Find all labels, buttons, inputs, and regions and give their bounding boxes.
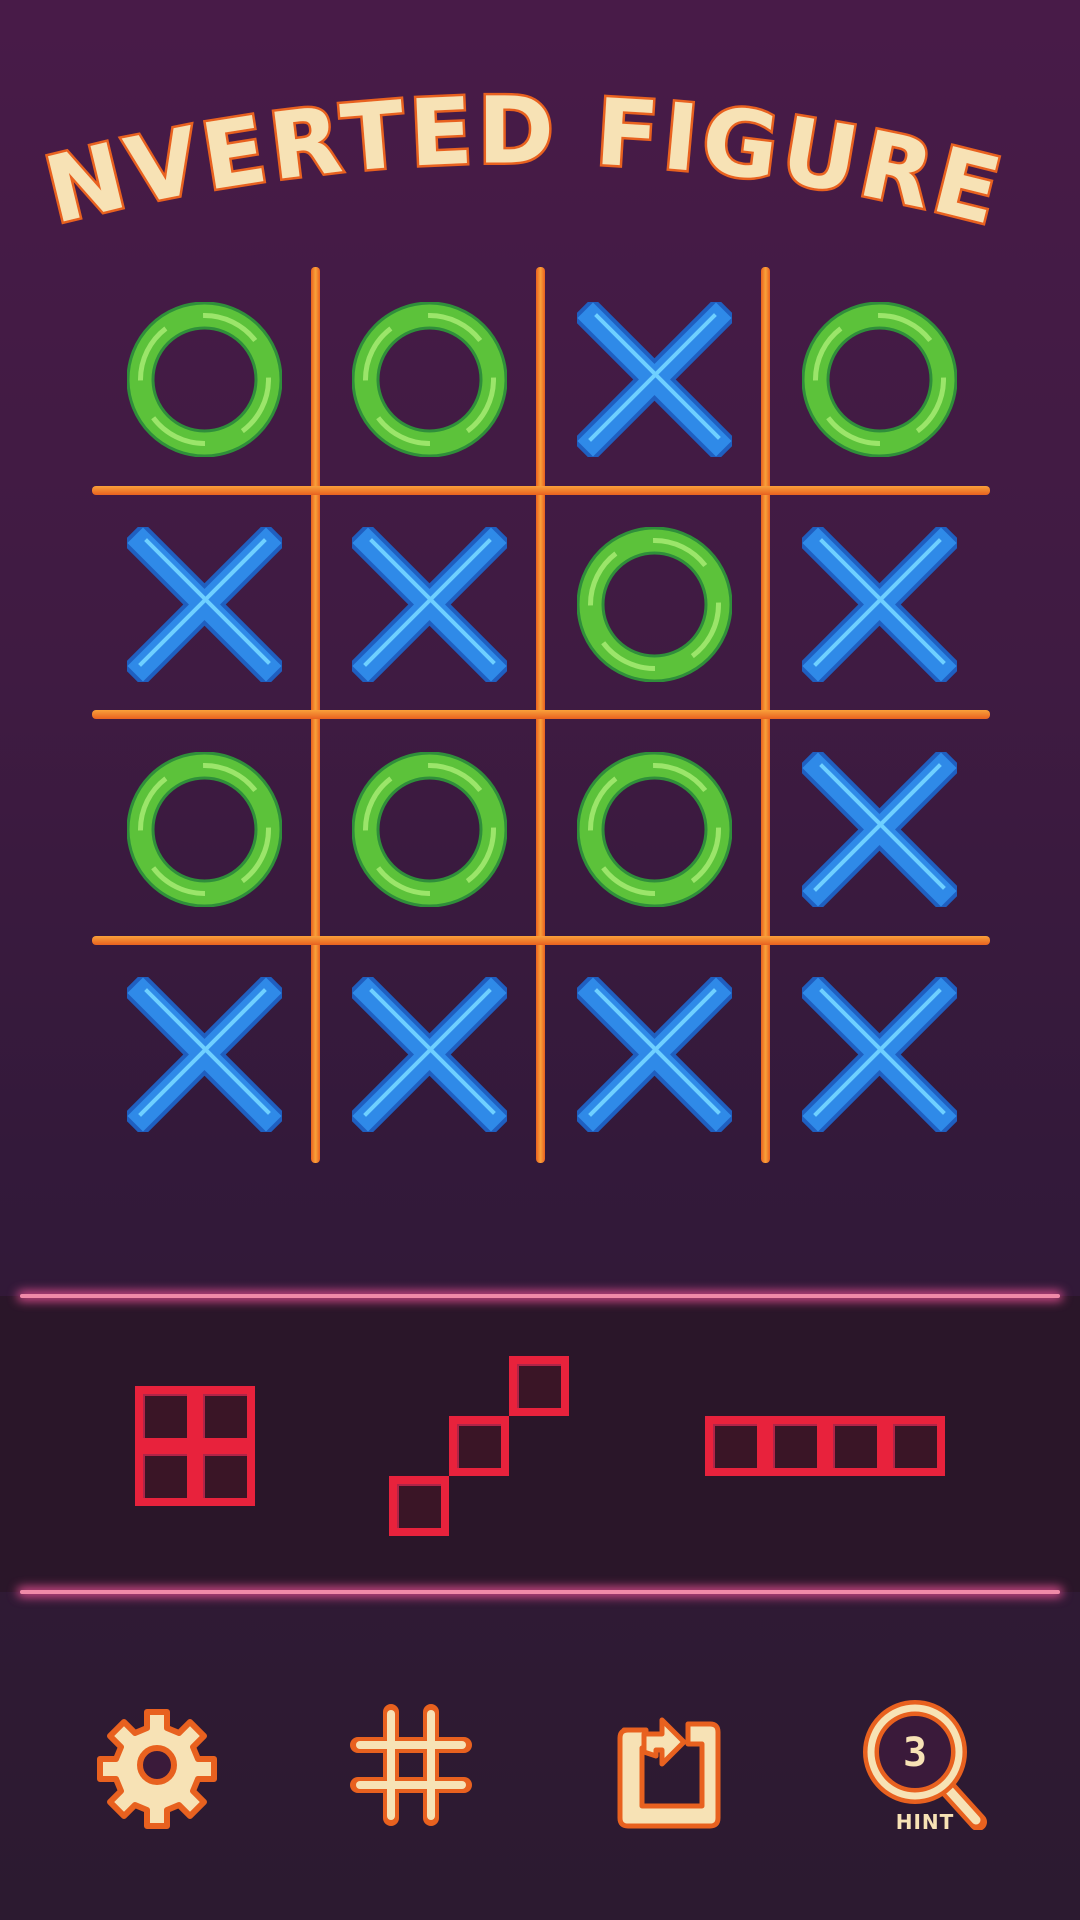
piece-block (195, 1386, 255, 1446)
board-cell[interactable] (542, 717, 767, 942)
piece-tray (0, 1294, 1080, 1594)
board-cell[interactable] (317, 942, 542, 1167)
x-mark-icon (577, 977, 732, 1132)
hint-label: HINT (895, 1810, 955, 1834)
x-mark-icon (577, 302, 732, 457)
board-cell[interactable] (542, 942, 767, 1167)
hash-grid-icon (350, 1704, 472, 1826)
restart-button[interactable] (604, 1700, 734, 1830)
o-mark-icon (127, 302, 282, 457)
piece-block (509, 1356, 569, 1416)
tray-piece-diagonal[interactable] (389, 1356, 569, 1536)
board-cell[interactable] (767, 942, 992, 1167)
board-cell[interactable] (542, 267, 767, 492)
grid-button[interactable] (346, 1700, 476, 1830)
o-mark-icon (352, 302, 507, 457)
o-mark-icon (352, 752, 507, 907)
tray-top-divider (20, 1294, 1060, 1298)
x-mark-icon (127, 527, 282, 682)
board-cell[interactable] (92, 492, 317, 717)
rotate-icon (617, 1717, 721, 1829)
piece-block (449, 1416, 509, 1476)
game-title: INVERTED FIGURES (0, 60, 1014, 230)
gear-icon (97, 1709, 217, 1829)
piece-block (389, 1476, 449, 1536)
board-cell[interactable] (317, 267, 542, 492)
board-cell[interactable] (92, 717, 317, 942)
x-mark-icon (802, 527, 957, 682)
x-mark-icon (127, 977, 282, 1132)
o-mark-icon (127, 752, 282, 907)
x-mark-icon (352, 977, 507, 1132)
svg-text:INVERTED FIGURES: INVERTED FIGURES (0, 60, 1014, 230)
board-cell[interactable] (542, 492, 767, 717)
piece-block (195, 1446, 255, 1506)
x-mark-icon (352, 527, 507, 682)
settings-button[interactable] (92, 1700, 222, 1830)
piece-block (765, 1416, 825, 1476)
board-cell[interactable] (92, 267, 317, 492)
x-mark-icon (802, 752, 957, 907)
tray-piece-square[interactable] (135, 1386, 255, 1506)
board-cell[interactable] (767, 717, 992, 942)
board-cell[interactable] (317, 717, 542, 942)
piece-block (705, 1416, 765, 1476)
piece-block (825, 1416, 885, 1476)
tray-piece-line[interactable] (705, 1416, 945, 1476)
board-cell[interactable] (767, 492, 992, 717)
board-cell[interactable] (317, 492, 542, 717)
o-mark-icon (577, 527, 732, 682)
piece-block (135, 1446, 195, 1506)
game-board (92, 267, 990, 1163)
o-mark-icon (577, 752, 732, 907)
piece-block (135, 1386, 195, 1446)
board-cell[interactable] (767, 267, 992, 492)
piece-block (885, 1416, 945, 1476)
x-mark-icon (802, 977, 957, 1132)
board-cell[interactable] (92, 942, 317, 1167)
o-mark-icon (802, 302, 957, 457)
tray-bottom-divider (20, 1590, 1060, 1594)
hint-count: 3 (903, 1730, 927, 1776)
